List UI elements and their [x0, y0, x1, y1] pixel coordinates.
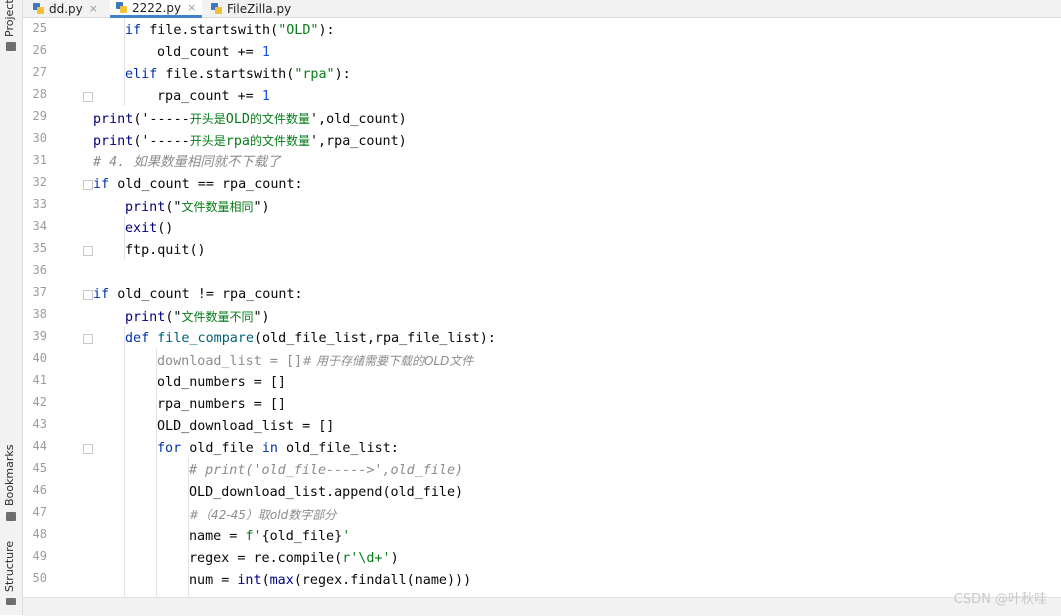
line-number: 50 [32, 571, 47, 585]
code-line: print('-----开头是OLD的文件数量',old_count) [93, 112, 407, 127]
code-line: rpa_numbers = [] [157, 397, 286, 412]
code-line: print("文件数量不同") [125, 310, 270, 325]
project-tool-tab[interactable]: Project [3, 0, 16, 37]
bookmarks-tool-tab[interactable]: Bookmarks [3, 445, 16, 506]
code-line: regex = re.compile(r'\d+') [189, 551, 399, 566]
side-tool-strip: Project Bookmarks Structure [0, 0, 23, 615]
python-file-icon [116, 2, 127, 13]
line-number: 32 [32, 175, 47, 189]
code-line: print('-----开头是rpa的文件数量',rpa_count) [93, 134, 407, 149]
line-number: 34 [32, 219, 47, 233]
code-line: for old_file in old_file_list: [157, 441, 399, 456]
editor-tab-bar: dd.py × 2222.py × FileZilla.py [23, 0, 1061, 18]
python-file-icon [211, 3, 222, 14]
code-line: OLD_download_list.append(old_file) [189, 485, 464, 500]
code-line: ftp.quit() [125, 243, 206, 258]
line-number: 47 [32, 505, 47, 519]
code-line: exit() [125, 221, 174, 236]
code-comment: #（42-45）取old数字部分 [189, 508, 337, 522]
tab-2222-py[interactable]: 2222.py × [110, 0, 203, 18]
line-number: 49 [32, 549, 47, 563]
fold-marker-icon[interactable] [83, 92, 93, 102]
code-comment: # print('old_file----->',old_file) [189, 463, 464, 478]
code-line: download_list = []# 用于存储需要下载的OLD文件 [157, 354, 474, 369]
line-number: 36 [32, 263, 47, 277]
folder-icon [6, 42, 16, 51]
line-number: 29 [32, 109, 47, 123]
bookmark-icon [6, 512, 16, 521]
code-line: OLD_download_list = [] [157, 419, 335, 434]
line-number: 43 [32, 417, 47, 431]
line-number: 33 [32, 197, 47, 211]
line-number: 35 [32, 241, 47, 255]
code-line: if old_count != rpa_count: [93, 287, 303, 302]
structure-icon [6, 598, 16, 605]
fold-marker-icon[interactable] [83, 334, 93, 344]
line-number-gutter: 25 26 27 28 29 30 31 32 33 34 35 36 37 3… [23, 18, 79, 598]
code-line: old_count += 1 [157, 45, 270, 60]
code-line: old_numbers = [] [157, 375, 286, 390]
code-line: elif file.startswith("rpa"): [125, 67, 351, 82]
code-line: rpa_count += 1 [157, 89, 270, 104]
tab-label: 2222.py [132, 0, 182, 15]
close-icon[interactable]: × [89, 2, 98, 15]
line-number: 41 [32, 373, 47, 387]
line-number: 38 [32, 307, 47, 321]
line-number: 40 [32, 351, 47, 365]
line-number: 31 [32, 153, 47, 167]
line-number: 25 [32, 21, 47, 35]
code-line: num = int(max(regex.findall(name))) [189, 573, 472, 588]
fold-marker-icon[interactable] [83, 180, 93, 190]
line-number: 39 [32, 329, 47, 343]
line-number: 26 [32, 43, 47, 57]
tab-label: dd.py [49, 1, 83, 16]
fold-marker-icon[interactable] [83, 246, 93, 256]
tab-label: FileZilla.py [227, 1, 292, 16]
line-number: 42 [32, 395, 47, 409]
structure-tool-tab[interactable]: Structure [3, 541, 16, 592]
code-line: if old_count == rpa_count: [93, 177, 303, 192]
line-number: 45 [32, 461, 47, 475]
line-number: 48 [32, 527, 47, 541]
python-file-icon [33, 3, 44, 14]
line-number: 28 [32, 87, 47, 101]
fold-marker-icon[interactable] [83, 444, 93, 454]
line-number: 30 [32, 131, 47, 145]
code-line: if file.startswith("OLD"): [125, 23, 335, 38]
line-number: 46 [32, 483, 47, 497]
code-comment: # 4. 如果数量相同就不下载了 [93, 155, 281, 170]
tab-filezilla-py[interactable]: FileZilla.py [211, 0, 291, 17]
fold-marker-icon[interactable] [83, 290, 93, 300]
code-line: name = f'{old_file}' [189, 529, 351, 544]
code-line: def file_compare(old_file_list,rpa_file_… [125, 331, 496, 346]
horizontal-scrollbar[interactable] [23, 597, 1061, 616]
line-number: 44 [32, 439, 47, 453]
code-line: print("文件数量相同") [125, 200, 270, 215]
tab-dd-py[interactable]: dd.py × [33, 0, 98, 17]
close-icon[interactable]: × [187, 1, 196, 14]
watermark: CSDN @叶秋哇 [953, 592, 1047, 607]
line-number: 27 [32, 65, 47, 79]
line-number: 37 [32, 285, 47, 299]
